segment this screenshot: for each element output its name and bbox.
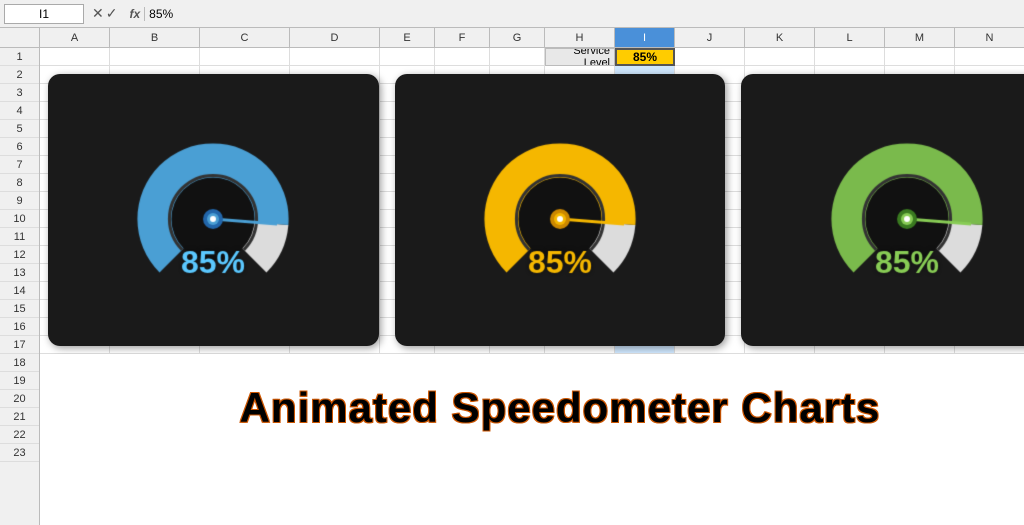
col-header-E[interactable]: E bbox=[380, 28, 435, 47]
cell-C1[interactable] bbox=[200, 48, 290, 66]
speedometer-canvas-blue bbox=[103, 120, 323, 300]
column-headers: ABCDEFGHIJKLMNO bbox=[0, 28, 1024, 48]
col-header-G[interactable]: G bbox=[490, 28, 545, 47]
cell-A1[interactable] bbox=[40, 48, 110, 66]
page-title-area: Animated Speedometer Charts bbox=[40, 354, 1024, 462]
col-header-D[interactable]: D bbox=[290, 28, 380, 47]
row-header-9[interactable]: 9 bbox=[0, 192, 39, 210]
cell-K1[interactable] bbox=[745, 48, 815, 66]
speedometer-canvas-green bbox=[797, 120, 1017, 300]
row-header-16[interactable]: 16 bbox=[0, 318, 39, 336]
row-header-12[interactable]: 12 bbox=[0, 246, 39, 264]
speedometer-blue bbox=[48, 74, 379, 346]
row-header-19[interactable]: 19 bbox=[0, 372, 39, 390]
row-header-2[interactable]: 2 bbox=[0, 66, 39, 84]
row-header-4[interactable]: 4 bbox=[0, 102, 39, 120]
cancel-icon[interactable]: ✕ bbox=[92, 5, 104, 22]
row-header-10[interactable]: 10 bbox=[0, 210, 39, 228]
cell-M1[interactable] bbox=[885, 48, 955, 66]
row-header-7[interactable]: 7 bbox=[0, 156, 39, 174]
row-header-14[interactable]: 14 bbox=[0, 282, 39, 300]
row-header-21[interactable]: 21 bbox=[0, 408, 39, 426]
cell-L1[interactable] bbox=[815, 48, 885, 66]
row-header-18[interactable]: 18 bbox=[0, 354, 39, 372]
grid-content: Service Level85% Animated Speedometer Ch… bbox=[40, 48, 1024, 525]
spreadsheet-body: 1234567891011121314151617181920212223 Se… bbox=[0, 48, 1024, 525]
col-header-H[interactable]: H bbox=[545, 28, 615, 47]
speedometer-green bbox=[741, 74, 1024, 346]
row-header-20[interactable]: 20 bbox=[0, 390, 39, 408]
row-header-17[interactable]: 17 bbox=[0, 336, 39, 354]
cell-B1[interactable] bbox=[110, 48, 200, 66]
col-header-K[interactable]: K bbox=[745, 28, 815, 47]
cell-G1[interactable] bbox=[490, 48, 545, 66]
cell-H1[interactable]: Service Level bbox=[545, 48, 615, 66]
cell-I1[interactable]: 85% bbox=[615, 48, 675, 66]
excel-app: ✕ ✓ fx 85% ABCDEFGHIJKLMNO 1234567891011… bbox=[0, 0, 1024, 525]
col-header-J[interactable]: J bbox=[675, 28, 745, 47]
col-header-I[interactable]: I bbox=[615, 28, 675, 47]
row-header-23[interactable]: 23 bbox=[0, 444, 39, 462]
col-header-L[interactable]: L bbox=[815, 28, 885, 47]
row-header-6[interactable]: 6 bbox=[0, 138, 39, 156]
row-header-11[interactable]: 11 bbox=[0, 228, 39, 246]
speedometer-gold bbox=[395, 74, 726, 346]
col-header-F[interactable]: F bbox=[435, 28, 490, 47]
corner-cell bbox=[0, 28, 40, 47]
row-header-13[interactable]: 13 bbox=[0, 264, 39, 282]
row-headers: 1234567891011121314151617181920212223 bbox=[0, 48, 40, 525]
col-header-M[interactable]: M bbox=[885, 28, 955, 47]
cell-E1[interactable] bbox=[380, 48, 435, 66]
row-header-3[interactable]: 3 bbox=[0, 84, 39, 102]
formula-content: 85% bbox=[149, 7, 173, 21]
formula-icons: ✕ ✓ bbox=[88, 5, 121, 22]
cell-J1[interactable] bbox=[675, 48, 745, 66]
grid-row-1: Service Level85% bbox=[40, 48, 1024, 66]
formula-bar: ✕ ✓ fx 85% bbox=[0, 0, 1024, 28]
row-header-1[interactable]: 1 bbox=[0, 48, 39, 66]
row-header-5[interactable]: 5 bbox=[0, 120, 39, 138]
row-header-22[interactable]: 22 bbox=[0, 426, 39, 444]
col-header-B[interactable]: B bbox=[110, 28, 200, 47]
name-box[interactable] bbox=[4, 4, 84, 24]
page-title-text: Animated Speedometer Charts bbox=[240, 384, 881, 432]
row-header-15[interactable]: 15 bbox=[0, 300, 39, 318]
speedometer-canvas-gold bbox=[450, 120, 670, 300]
charts-area bbox=[40, 66, 1024, 354]
col-header-C[interactable]: C bbox=[200, 28, 290, 47]
col-header-A[interactable]: A bbox=[40, 28, 110, 47]
confirm-icon[interactable]: ✓ bbox=[106, 5, 118, 22]
row-header-8[interactable]: 8 bbox=[0, 174, 39, 192]
fx-label: fx bbox=[125, 7, 145, 21]
cell-D1[interactable] bbox=[290, 48, 380, 66]
cell-F1[interactable] bbox=[435, 48, 490, 66]
col-header-N[interactable]: N bbox=[955, 28, 1024, 47]
cell-N1[interactable] bbox=[955, 48, 1024, 66]
